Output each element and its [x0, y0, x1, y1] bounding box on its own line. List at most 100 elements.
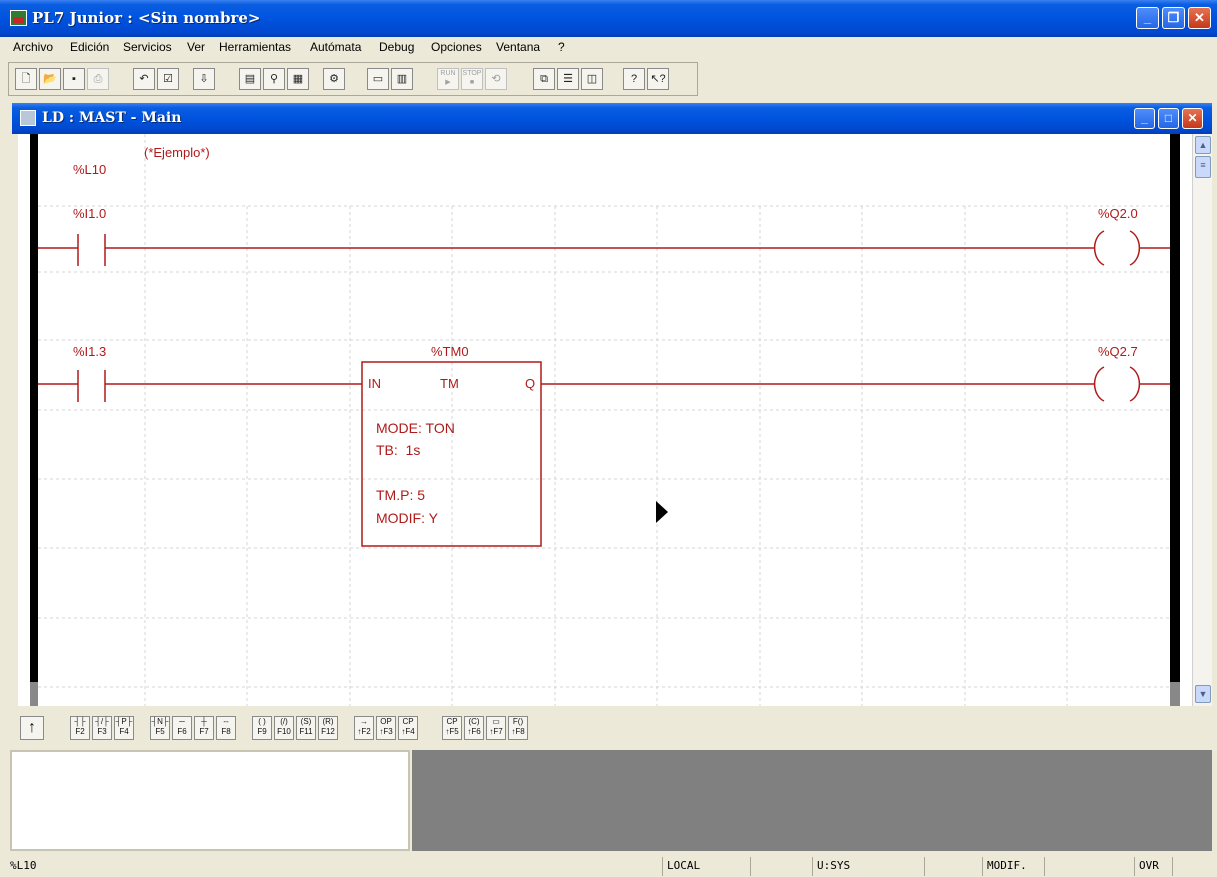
- status-mode: LOCAL: [662, 857, 748, 876]
- menu-edicion[interactable]: Edición: [70, 40, 109, 54]
- help-icon[interactable]: ?: [623, 68, 645, 90]
- jump-button[interactable]: → ↑F2: [354, 716, 374, 740]
- key-f11-label: F11: [299, 727, 313, 736]
- child-maximize-button[interactable]: □: [1158, 108, 1179, 129]
- status-state: MODIF.: [982, 857, 1042, 876]
- key-shift-f6-label: ↑F6: [467, 727, 481, 736]
- status-cursor: %L10: [10, 859, 37, 872]
- horizontal-link-button[interactable]: ─ F6: [172, 716, 192, 740]
- menu-herramientas[interactable]: Herramientas: [219, 40, 291, 54]
- context-help-icon[interactable]: ↖?: [647, 68, 669, 90]
- animation-icon[interactable]: ▥: [391, 68, 413, 90]
- app-icon: [10, 10, 27, 26]
- transfer-icon[interactable]: ⇩: [193, 68, 215, 90]
- key-shift-f8-label: ↑F8: [511, 727, 525, 736]
- cascade-icon[interactable]: ⧉: [533, 68, 555, 90]
- find-icon[interactable]: ⚲: [263, 68, 285, 90]
- cross-ref-icon[interactable]: ▦: [287, 68, 309, 90]
- tile-h-icon[interactable]: ☰: [557, 68, 579, 90]
- run-label: RUN: [440, 70, 456, 77]
- save-icon[interactable]: ▪: [63, 68, 85, 90]
- scroll-down-button[interactable]: ▼: [1195, 685, 1211, 703]
- menu-opciones[interactable]: Opciones: [431, 40, 482, 54]
- config-icon[interactable]: ⚙: [323, 68, 345, 90]
- key-shift-f4-label: ↑F4: [401, 727, 415, 736]
- function-block-button[interactable]: ▭ ↑F7: [486, 716, 506, 740]
- timer-type: TM: [440, 376, 459, 391]
- key-shift-f2-label: ↑F2: [357, 727, 371, 736]
- menu-servicios[interactable]: Servicios: [123, 40, 172, 54]
- scroll-up-button[interactable]: ▲: [1195, 136, 1211, 154]
- status-insert-mode: OVR: [1134, 857, 1170, 876]
- print-icon[interactable]: ⎙: [87, 68, 109, 90]
- stop-label: STOP: [462, 70, 482, 77]
- ladder-window-title-bar[interactable]: LD : MAST - Main _ □ ✕: [12, 103, 1212, 134]
- contact-p-button[interactable]: ┤P├ F4: [114, 716, 134, 740]
- key-f2-label: F2: [75, 727, 85, 736]
- coil-set-button[interactable]: (S) F11: [296, 716, 316, 740]
- menu-ver[interactable]: Ver: [187, 40, 205, 54]
- timer-name: %TM0: [431, 344, 469, 359]
- main-title-bar[interactable]: PL7 Junior : <Sin nombre> _ ❐ ✕: [0, 0, 1217, 37]
- child-close-button[interactable]: ✕: [1182, 108, 1203, 129]
- key-shift-f7-label: ↑F7: [489, 727, 503, 736]
- grid: [38, 134, 1170, 706]
- rung-1[interactable]: [38, 230, 1170, 266]
- new-icon[interactable]: 🗋: [15, 68, 37, 90]
- scroll-thumb[interactable]: ≡: [1195, 156, 1211, 178]
- timer-in-pin: IN: [368, 376, 381, 391]
- key-f7-label: F7: [199, 727, 209, 736]
- menu-ventana[interactable]: Ventana: [496, 40, 540, 54]
- menu-bar: Archivo Edición Servicios Ver Herramient…: [0, 37, 1217, 59]
- function-call-button[interactable]: F() ↑F8: [508, 716, 528, 740]
- rung-2[interactable]: [38, 361, 1170, 547]
- coil-inverse-button[interactable]: (/) F10: [274, 716, 294, 740]
- call-coil-button[interactable]: (C) ↑F6: [464, 716, 484, 740]
- contact-no-button[interactable]: ┤├ F2: [70, 716, 90, 740]
- restore-button[interactable]: ❐: [1162, 7, 1185, 29]
- child-minimize-button[interactable]: _: [1134, 108, 1155, 129]
- coil-reset-button[interactable]: (R) F12: [318, 716, 338, 740]
- main-toolbar: 🗋 📂 ▪ ⎙ ↶ ☑ ⇩ ▤ ⚲ ▦ ⚙ ▭ ▥ RUN ▶ STOP ■ ⟲ ⧉…: [8, 62, 698, 96]
- key-f5-label: F5: [155, 727, 165, 736]
- key-shift-f3-label: ↑F3: [379, 727, 393, 736]
- status-bar: %L10 LOCAL U:SYS MODIF. OVR: [0, 855, 1217, 877]
- run-icon[interactable]: RUN ▶: [437, 68, 459, 90]
- close-button[interactable]: ✕: [1188, 7, 1211, 29]
- ladder-editor[interactable]: %L10 (*Ejemplo*) %I1.0 %Q2.0 %I1.3 %Q2.7…: [18, 134, 1192, 706]
- key-f10-label: F10: [277, 727, 291, 736]
- workspace-background: [412, 750, 1212, 851]
- compare-v-button[interactable]: CP ↑F5: [442, 716, 462, 740]
- key-f6-label: F6: [177, 727, 187, 736]
- output-pane[interactable]: [10, 750, 410, 851]
- key-f12-label: F12: [321, 727, 335, 736]
- coil-button[interactable]: ( ) F9: [252, 716, 272, 740]
- connect-icon[interactable]: ▭: [367, 68, 389, 90]
- vertical-link-button[interactable]: ┼ F7: [194, 716, 214, 740]
- compare-h-button[interactable]: CP ↑F4: [398, 716, 418, 740]
- contact-n-button[interactable]: ┤N├ F5: [150, 716, 170, 740]
- operate-block-button[interactable]: OP ↑F3: [376, 716, 396, 740]
- contact-nc-button[interactable]: ┤/├ F3: [92, 716, 112, 740]
- menu-help[interactable]: ?: [558, 40, 565, 54]
- validate-icon[interactable]: ☑: [157, 68, 179, 90]
- key-f3-label: F3: [97, 727, 107, 736]
- key-f8-label: F8: [221, 727, 231, 736]
- menu-automata[interactable]: Autómata: [310, 40, 361, 54]
- variables-icon[interactable]: ▤: [239, 68, 261, 90]
- select-arrow-button[interactable]: ↑: [20, 716, 44, 740]
- tile-v-icon[interactable]: ◫: [581, 68, 603, 90]
- fill-link-button[interactable]: -- F8: [216, 716, 236, 740]
- minimize-button[interactable]: _: [1136, 7, 1159, 29]
- init-icon[interactable]: ⟲: [485, 68, 507, 90]
- right-power-rail: [1170, 134, 1180, 682]
- timer-base: TB: 1s: [376, 442, 421, 458]
- menu-debug[interactable]: Debug: [379, 40, 414, 54]
- stop-icon[interactable]: STOP ■: [461, 68, 483, 90]
- open-icon[interactable]: 📂: [39, 68, 61, 90]
- menu-archivo[interactable]: Archivo: [13, 40, 53, 54]
- rung-comment: (*Ejemplo*): [144, 145, 210, 160]
- undo-icon[interactable]: ↶: [133, 68, 155, 90]
- timer-modif: MODIF: Y: [376, 510, 438, 526]
- vertical-scrollbar[interactable]: ▲ ≡ ▼: [1192, 134, 1212, 706]
